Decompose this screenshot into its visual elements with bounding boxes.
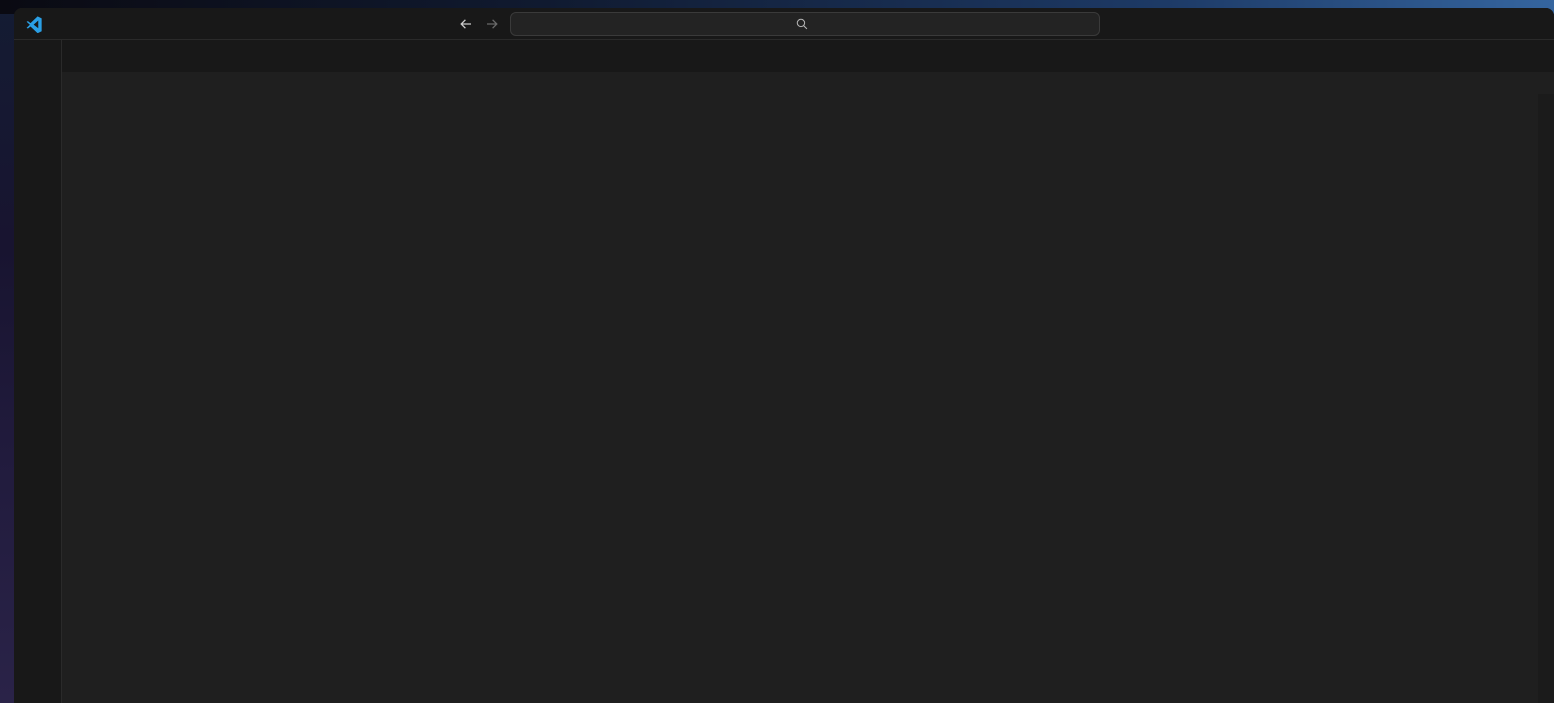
minimap[interactable] — [1422, 94, 1538, 703]
breadcrumb — [62, 72, 1554, 94]
vscode-logo-icon — [25, 15, 43, 33]
search-icon — [795, 17, 809, 31]
back-arrow-icon[interactable] — [458, 16, 474, 32]
editor-actions — [1530, 40, 1554, 72]
editor-group — [62, 40, 1554, 703]
history-navigation — [458, 8, 500, 40]
code-editor[interactable] — [62, 94, 1554, 703]
title-bar — [14, 8, 1554, 40]
overview-ruler — [1538, 94, 1554, 703]
forward-arrow-icon[interactable] — [484, 16, 500, 32]
tab-bar — [62, 40, 1554, 72]
vscode-window — [14, 8, 1554, 703]
activity-bar — [14, 40, 62, 703]
command-center[interactable] — [510, 12, 1100, 36]
